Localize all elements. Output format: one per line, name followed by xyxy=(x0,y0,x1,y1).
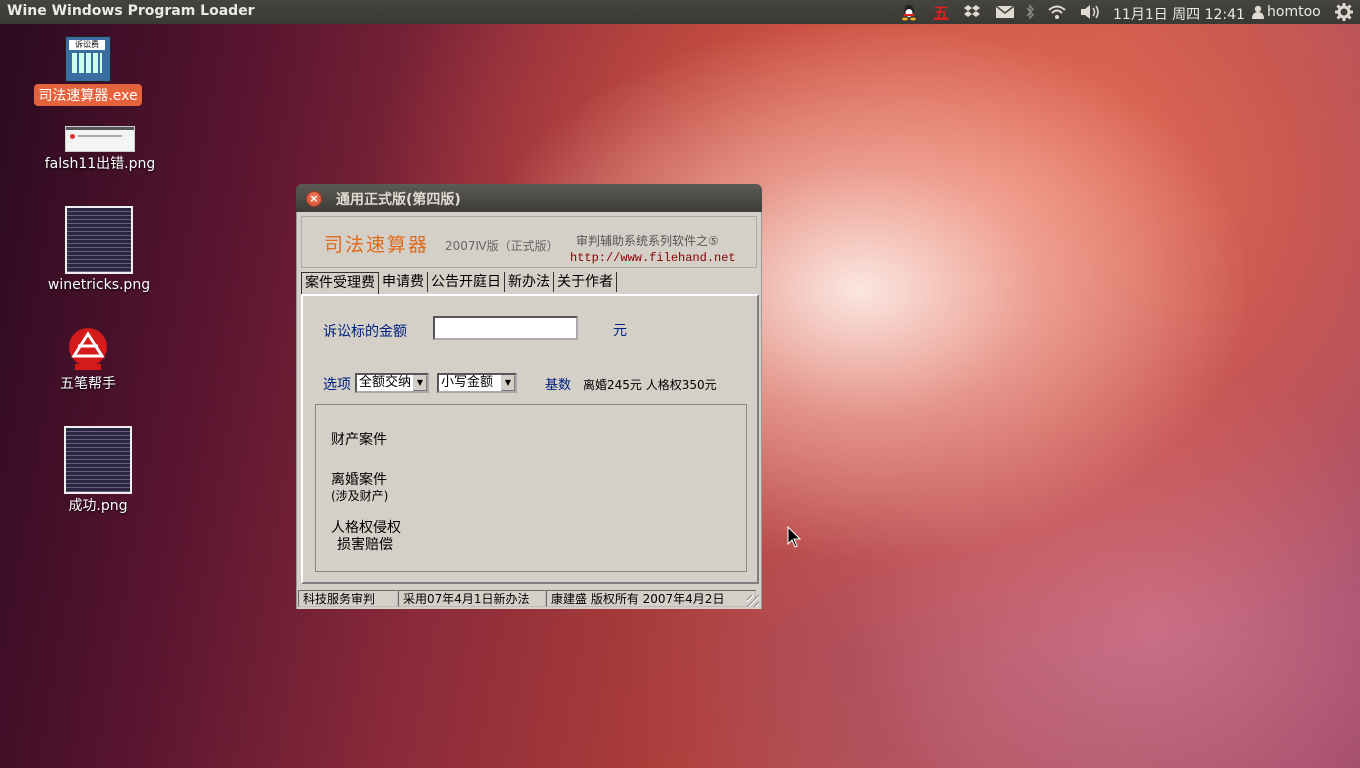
desktop-icon-winetricks-png[interactable]: winetricks.png xyxy=(39,206,159,294)
desktop-icon-calculator-exe[interactable]: 诉讼费 司法速算器.exe xyxy=(28,36,148,106)
mail-icon[interactable] xyxy=(994,2,1016,22)
amount-unit: 元 xyxy=(613,323,627,339)
image-thumbnail xyxy=(65,126,135,152)
status-copyright: 康建盛 版权所有 2007年4月2日 xyxy=(546,590,756,607)
active-app-title: Wine Windows Program Loader xyxy=(7,3,255,19)
amount-label: 诉讼标的金额 xyxy=(323,324,407,340)
damages-label: 损害赔偿 xyxy=(337,537,393,553)
volume-icon[interactable] xyxy=(1078,2,1102,22)
desktop-icon-flash-error-png[interactable]: falsh11出错.png xyxy=(40,126,160,174)
wifi-icon[interactable] xyxy=(1046,2,1068,22)
base-values: 离婚245元 人格权350元 xyxy=(583,378,717,392)
close-icon[interactable]: × xyxy=(306,191,322,207)
status-service: 科技服务审判 xyxy=(298,590,398,607)
calculator-window: × 通用正式版(第四版) 司法速算器 2007Ⅳ版（正式版） 审判辅助系统系列软… xyxy=(296,184,762,609)
window-client: 司法速算器 2007Ⅳ版（正式版） 审判辅助系统系列软件之⑤ http://ww… xyxy=(296,212,762,609)
wubi-input-icon[interactable]: 五 xyxy=(931,2,951,22)
desktop-icon-label: 成功.png xyxy=(68,498,128,514)
desktop-icon-label: 司法速算器.exe xyxy=(34,84,142,106)
amount-format-select[interactable]: 小写金额 ▼ xyxy=(437,373,517,393)
wubi-helper-icon xyxy=(69,328,107,370)
desktop-icon-success-png[interactable]: 成功.png xyxy=(38,426,158,516)
calculator-app-icon: 诉讼费 xyxy=(65,36,111,82)
app-banner: 司法速算器 2007Ⅳ版（正式版） 审判辅助系统系列软件之⑤ http://ww… xyxy=(301,216,757,268)
user-icon xyxy=(1252,5,1264,19)
desktop-icon-label: 五笔帮手 xyxy=(60,376,116,392)
window-titlebar[interactable]: × 通用正式版(第四版) xyxy=(296,184,762,212)
desktop-icon-label: winetricks.png xyxy=(47,277,151,293)
tab-hearing-date[interactable]: 公告开庭日 xyxy=(428,272,505,292)
options-label: 选项 xyxy=(323,377,351,393)
qq-icon[interactable] xyxy=(900,2,918,22)
image-thumbnail xyxy=(64,426,132,494)
tab-application-fee[interactable]: 申请费 xyxy=(379,272,428,292)
tab-new-method[interactable]: 新办法 xyxy=(505,272,554,292)
status-method: 采用07年4月1日新办法 xyxy=(398,590,546,607)
website-link[interactable]: http://www.filehand.net xyxy=(570,251,736,265)
window-title: 通用正式版(第四版) xyxy=(336,192,461,208)
calculator-icon-label: 诉讼费 xyxy=(69,40,105,50)
base-label: 基数 xyxy=(545,378,572,393)
chevron-down-icon[interactable]: ▼ xyxy=(413,375,427,391)
keypad-graphic xyxy=(72,53,102,73)
gear-icon[interactable] xyxy=(1334,2,1354,22)
results-group: 财产案件 离婚案件 (涉及财产) 人格权侵权 损害赔偿 xyxy=(315,404,747,572)
series-text: 审判辅助系统系列软件之⑤ xyxy=(576,234,719,248)
payment-mode-select[interactable]: 全额交纳 ▼ xyxy=(355,373,429,393)
amount-input[interactable] xyxy=(433,316,578,340)
property-case-label: 财产案件 xyxy=(331,432,387,448)
user-name: homtoo xyxy=(1267,4,1321,20)
tab-bar: 案件受理费 申请费 公告开庭日 新办法 关于作者 xyxy=(301,272,617,294)
mouse-cursor-icon xyxy=(787,526,802,548)
divorce-case-note: (涉及财产) xyxy=(331,489,389,503)
app-logo: 司法速算器 xyxy=(324,234,430,256)
top-panel: Wine Windows Program Loader 五 11月1日 周四 1… xyxy=(0,0,1360,24)
user-menu[interactable]: homtoo xyxy=(1252,4,1321,20)
status-bar: 科技服务审判 采用07年4月1日新办法 康建盛 版权所有 2007年4月2日 xyxy=(297,590,763,609)
clock[interactable]: 11月1日 周四 12:41 xyxy=(1113,4,1245,24)
chevron-down-icon[interactable]: ▼ xyxy=(501,375,515,391)
payment-mode-value: 全额交纳 xyxy=(359,375,412,390)
amount-format-value: 小写金额 xyxy=(441,375,494,390)
tab-case-fee[interactable]: 案件受理费 xyxy=(301,272,379,294)
divorce-case-label: 离婚案件 xyxy=(331,472,387,488)
desktop-icon-wubi-helper[interactable]: 五笔帮手 xyxy=(28,326,148,394)
version-text: 2007Ⅳ版（正式版） xyxy=(445,239,559,253)
bluetooth-icon[interactable] xyxy=(1023,2,1037,22)
resize-grip[interactable] xyxy=(747,595,759,607)
tab-about-author[interactable]: 关于作者 xyxy=(554,272,617,292)
tab-panel: 诉讼标的金额 元 选项 全额交纳 ▼ 小写金额 ▼ 基数 离婚245元 人格权3… xyxy=(301,294,759,584)
image-thumbnail xyxy=(65,206,133,274)
dropbox-icon[interactable] xyxy=(962,2,982,22)
desktop-icon-label: falsh11出错.png xyxy=(44,156,156,172)
